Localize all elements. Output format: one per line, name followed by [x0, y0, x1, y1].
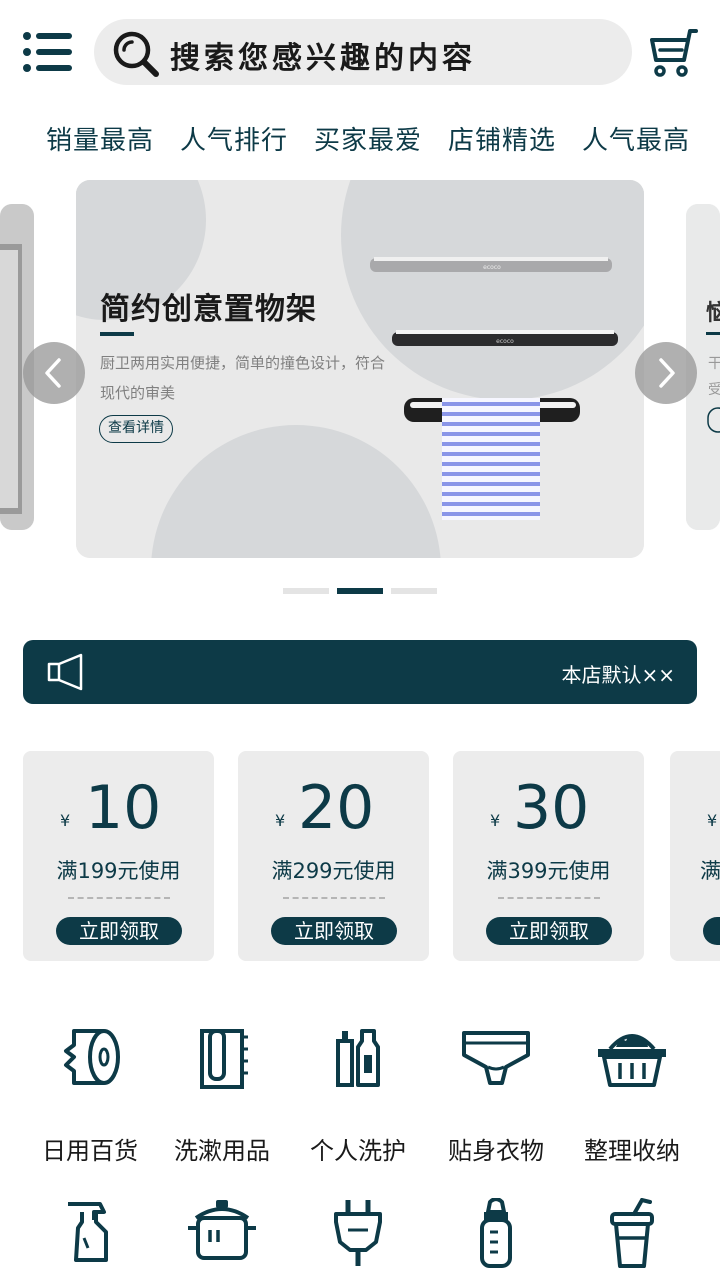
carousel-next-button[interactable] — [635, 342, 697, 404]
carousel-indicator — [283, 588, 437, 594]
category-appliances[interactable] — [288, 1198, 428, 1280]
category-label: 整理收纳 — [584, 1137, 680, 1165]
category-toiletries[interactable]: 洗漱用品 — [152, 1027, 292, 1187]
notice-bar[interactable]: 本店默认×× — [23, 640, 697, 704]
toilet-paper-icon — [64, 1029, 120, 1085]
chevron-left-icon — [45, 358, 61, 388]
drink-cup-icon — [610, 1198, 654, 1268]
svg-text:恼: 恼 — [706, 300, 720, 326]
chevron-right-icon — [659, 358, 675, 388]
tab-store-picks[interactable]: 店铺精选 — [448, 120, 556, 157]
coupon-card: ¥ 10 满199元使用 立即领取 — [23, 751, 214, 961]
baby-bottle-icon — [480, 1198, 512, 1268]
megaphone-icon — [47, 653, 83, 691]
claim-coupon-button[interactable]: 立即领取 — [271, 917, 397, 945]
category-label: 贴身衣物 — [448, 1137, 544, 1165]
svg-text:ecoco: ecoco — [483, 264, 501, 271]
claim-coupon-button[interactable] — [703, 917, 720, 945]
spray-bottle-icon — [68, 1202, 108, 1262]
category-label: 日用百货 — [42, 1137, 138, 1165]
menu-button[interactable] — [22, 30, 74, 74]
carousel-prev-button[interactable] — [23, 342, 85, 404]
cooking-pot-icon — [188, 1200, 256, 1260]
coupon-divider — [283, 897, 385, 899]
toiletries-icon — [336, 1029, 380, 1087]
coupon-condition: 满299元使用 — [271, 859, 396, 883]
coupon-amount: 10 — [85, 773, 162, 843]
menu-icon — [23, 32, 72, 72]
search-icon — [113, 31, 159, 77]
svg-text:ecoco: ecoco — [496, 338, 514, 345]
underwear-icon — [462, 1031, 530, 1085]
coupon-divider — [68, 897, 170, 899]
tab-buyer-favorite[interactable]: 买家最爱 — [314, 120, 422, 157]
banner-slide[interactable]: ecoco ecoco 简约创意置物架 厨卫两用实用便捷，简单的撞色设计，符合现… — [76, 180, 644, 558]
tab-top-sales[interactable]: 销量最高 — [46, 120, 154, 157]
notice-text: 本店默认×× — [561, 663, 675, 687]
banner-title-underline — [100, 332, 134, 336]
category-cleaning[interactable] — [20, 1198, 160, 1280]
banner-title: 简约创意置物架 — [100, 292, 317, 327]
category-kitchen[interactable] — [152, 1198, 292, 1280]
carousel-dot-active[interactable] — [337, 588, 383, 594]
category-tabs: 销量最高 人气排行 买家最爱 店铺精选 人气最高 — [0, 120, 720, 162]
claim-coupon-button[interactable]: 立即领取 — [486, 917, 612, 945]
category-drinks[interactable] — [562, 1198, 702, 1280]
towel-icon — [200, 1029, 248, 1089]
coupon-card-partial: ¥ 满 — [670, 751, 720, 961]
plug-icon — [334, 1200, 382, 1266]
carousel-dot[interactable] — [391, 588, 437, 594]
svg-text:干: 干 — [708, 356, 720, 372]
category-label: 洗漱用品 — [174, 1137, 270, 1165]
coupon-amount: 20 — [298, 773, 375, 843]
coupon-condition: 满199元使用 — [56, 859, 181, 883]
coupon-condition: 满 — [700, 859, 720, 883]
coupon-currency: ¥ — [490, 811, 501, 830]
cart-button[interactable] — [646, 28, 700, 78]
cart-icon — [650, 29, 698, 77]
category-baby[interactable] — [426, 1198, 566, 1280]
search-placeholder: 搜索您感兴趣的内容 — [170, 41, 476, 76]
category-daily-goods[interactable]: 日用百货 — [20, 1027, 160, 1187]
basket-icon — [598, 1034, 666, 1087]
coupon-currency: ¥ — [60, 811, 71, 830]
tab-most-popular[interactable]: 人气最高 — [582, 120, 690, 157]
category-underwear[interactable]: 贴身衣物 — [426, 1027, 566, 1187]
category-personal-care[interactable]: 个人洗护 — [288, 1027, 428, 1187]
category-label: 个人洗护 — [310, 1137, 406, 1165]
coupon-currency: ¥ — [707, 811, 718, 830]
tab-popularity[interactable]: 人气排行 — [180, 120, 288, 157]
coupon-card: ¥ 30 满399元使用 立即领取 — [453, 751, 644, 961]
carousel-dot[interactable] — [283, 588, 329, 594]
coupon-divider — [498, 897, 600, 899]
coupon-condition: 满399元使用 — [486, 859, 611, 883]
coupon-card: ¥ 20 满299元使用 立即领取 — [238, 751, 429, 961]
claim-coupon-button[interactable]: 立即领取 — [56, 917, 182, 945]
svg-text:受: 受 — [708, 382, 720, 398]
category-storage[interactable]: 整理收纳 — [562, 1027, 702, 1187]
banner-description: 厨卫两用实用便捷，简单的撞色设计，符合现代的审美 — [100, 354, 386, 402]
coupon-currency: ¥ — [275, 811, 286, 830]
coupon-amount: 30 — [513, 773, 590, 843]
view-details-button[interactable]: 查看详情 — [99, 415, 173, 443]
search-bar[interactable]: 搜索您感兴趣的内容 — [94, 19, 632, 85]
